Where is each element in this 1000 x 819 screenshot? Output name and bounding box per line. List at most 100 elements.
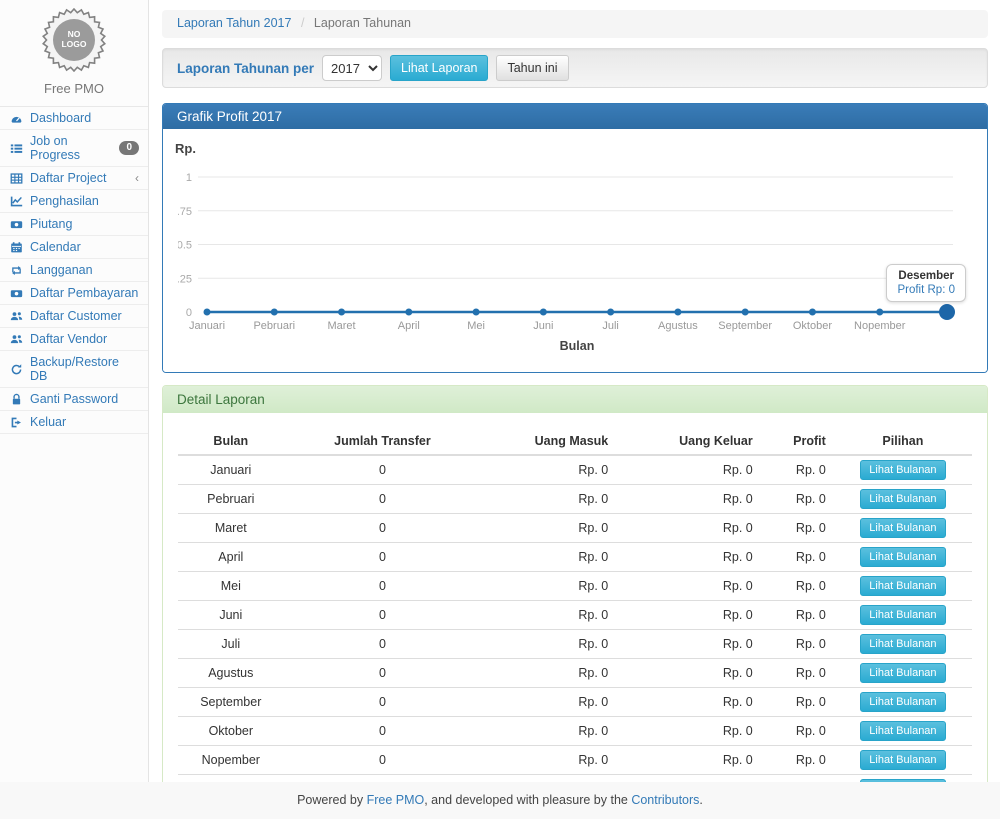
cell-profit: Rp. 0 xyxy=(761,746,834,775)
cell-bulan: Oktober xyxy=(178,717,284,746)
refresh-icon xyxy=(9,362,24,376)
this-year-button[interactable]: Tahun ini xyxy=(496,55,568,81)
sidebar-item-dashboard[interactable]: Dashboard xyxy=(0,107,148,130)
col-header-jumlah-transfer: Jumlah Transfer xyxy=(284,428,482,455)
count-badge: 0 xyxy=(119,141,139,155)
chart-point-mei[interactable] xyxy=(473,309,480,316)
view-monthly-button-mei[interactable]: Lihat Bulanan xyxy=(860,576,945,596)
x-tick-label: Oktober xyxy=(793,320,832,332)
table-row-juni: Juni0Rp. 0Rp. 0Rp. 0Lihat Bulanan xyxy=(178,601,972,630)
no-logo-seal-icon: NOLOGO xyxy=(42,8,106,72)
view-monthly-button-pebruari[interactable]: Lihat Bulanan xyxy=(860,489,945,509)
sidebar-item-label: Daftar Vendor xyxy=(30,332,107,346)
chart-point-maret[interactable] xyxy=(338,309,345,316)
sidebar-menu: Dashboard Job on Progress0Daftar Project‹… xyxy=(0,107,148,434)
chart-tooltip: Desember Profit Rp: 0 xyxy=(886,264,966,302)
col-header-uang-keluar: Uang Keluar xyxy=(616,428,761,455)
col-header-pilihan: Pilihan xyxy=(834,428,972,455)
detail-report-panel: Detail Laporan BulanJumlah TransferUang … xyxy=(162,385,988,819)
chart-point-juni[interactable] xyxy=(540,309,547,316)
money-icon xyxy=(9,217,24,231)
x-tick-label: Juni xyxy=(533,320,553,332)
cell-jumlah_transfer: 0 xyxy=(284,514,482,543)
chart-point-oktober[interactable] xyxy=(809,309,816,316)
cell-uang_keluar: Rp. 0 xyxy=(616,659,761,688)
detail-table-body: BulanJumlah TransferUang MasukUang Kelua… xyxy=(163,413,987,819)
chart-body: Rp. 00.250.50.751JanuariPebruariMaretApr… xyxy=(163,129,987,372)
chart-point-juli[interactable] xyxy=(607,309,614,316)
cell-jumlah_transfer: 0 xyxy=(284,659,482,688)
lock-icon xyxy=(9,392,24,406)
chart-point-pebruari[interactable] xyxy=(271,309,278,316)
x-tick-label: Maret xyxy=(327,320,355,332)
cell-pilihan: Lihat Bulanan xyxy=(834,630,972,659)
brand-name: Free PMO xyxy=(0,81,148,96)
sign-out-icon xyxy=(9,415,24,429)
view-monthly-button-nopember[interactable]: Lihat Bulanan xyxy=(860,750,945,770)
sidebar-item-label: Daftar Project xyxy=(30,171,106,185)
calendar-icon xyxy=(9,240,24,254)
view-monthly-button-april[interactable]: Lihat Bulanan xyxy=(860,547,945,567)
chart-point-april[interactable] xyxy=(405,309,412,316)
sidebar-item-daftar-vendor[interactable]: Daftar Vendor xyxy=(0,328,148,351)
x-tick-label: April xyxy=(398,320,420,332)
profit-line-chart: 00.250.50.751JanuariPebruariMaretAprilMe… xyxy=(178,159,974,359)
sidebar-item-langganan[interactable]: Langganan xyxy=(0,259,148,282)
chart-point-desember[interactable] xyxy=(939,304,955,320)
cell-bulan: Mei xyxy=(178,572,284,601)
view-monthly-button-maret[interactable]: Lihat Bulanan xyxy=(860,518,945,538)
sidebar-item-calendar[interactable]: Calendar xyxy=(0,236,148,259)
svg-text:NO: NO xyxy=(68,29,81,39)
cell-profit: Rp. 0 xyxy=(761,572,834,601)
cell-uang_keluar: Rp. 0 xyxy=(616,746,761,775)
cell-profit: Rp. 0 xyxy=(761,455,834,485)
view-monthly-button-juni[interactable]: Lihat Bulanan xyxy=(860,605,945,625)
page-footer: Powered by Free PMO, and developed with … xyxy=(0,782,1000,819)
cell-profit: Rp. 0 xyxy=(761,485,834,514)
sidebar-item-piutang[interactable]: Piutang xyxy=(0,213,148,236)
cell-uang_masuk: Rp. 0 xyxy=(481,746,616,775)
cell-bulan: Maret xyxy=(178,514,284,543)
cell-jumlah_transfer: 0 xyxy=(284,455,482,485)
cell-uang_masuk: Rp. 0 xyxy=(481,688,616,717)
view-monthly-button-agustus[interactable]: Lihat Bulanan xyxy=(860,663,945,683)
footer-link-contributors[interactable]: Contributors xyxy=(631,793,699,807)
sidebar-item-ganti-password[interactable]: Ganti Password xyxy=(0,388,148,411)
view-monthly-button-oktober[interactable]: Lihat Bulanan xyxy=(860,721,945,741)
cell-uang_masuk: Rp. 0 xyxy=(481,601,616,630)
view-report-button[interactable]: Lihat Laporan xyxy=(390,55,488,81)
breadcrumb-link-laporan-tahun[interactable]: Laporan Tahun 2017 xyxy=(177,16,291,30)
chart-point-september[interactable] xyxy=(742,309,749,316)
sidebar-item-job-on-progress[interactable]: Job on Progress0 xyxy=(0,130,148,167)
chart-point-januari[interactable] xyxy=(204,309,211,316)
table-header-row: BulanJumlah TransferUang MasukUang Kelua… xyxy=(178,428,972,455)
cell-bulan: September xyxy=(178,688,284,717)
view-monthly-button-januari[interactable]: Lihat Bulanan xyxy=(860,460,945,480)
chart-point-nopember[interactable] xyxy=(876,309,883,316)
cell-jumlah_transfer: 0 xyxy=(284,717,482,746)
table-icon xyxy=(9,171,24,185)
cell-uang_masuk: Rp. 0 xyxy=(481,543,616,572)
x-tick-label: Agustus xyxy=(658,320,698,332)
year-select[interactable]: 2017 xyxy=(322,55,382,81)
cell-uang_keluar: Rp. 0 xyxy=(616,455,761,485)
chart-point-agustus[interactable] xyxy=(674,309,681,316)
sidebar-item-label: Dashboard xyxy=(30,111,91,125)
cell-pilihan: Lihat Bulanan xyxy=(834,601,972,630)
line-chart-icon xyxy=(9,194,24,208)
cell-bulan: Nopember xyxy=(178,746,284,775)
cell-uang_masuk: Rp. 0 xyxy=(481,485,616,514)
footer-link-free-pmo[interactable]: Free PMO xyxy=(367,793,425,807)
col-header-uang-masuk: Uang Masuk xyxy=(481,428,616,455)
sidebar-item-backup-restore-db[interactable]: Backup/Restore DB xyxy=(0,351,148,388)
sidebar-item-daftar-pembayaran[interactable]: Daftar Pembayaran xyxy=(0,282,148,305)
table-row-pebruari: Pebruari0Rp. 0Rp. 0Rp. 0Lihat Bulanan xyxy=(178,485,972,514)
sidebar-item-penghasilan[interactable]: Penghasilan xyxy=(0,190,148,213)
view-monthly-button-september[interactable]: Lihat Bulanan xyxy=(860,692,945,712)
table-row-juli: Juli0Rp. 0Rp. 0Rp. 0Lihat Bulanan xyxy=(178,630,972,659)
sidebar-item-keluar[interactable]: Keluar xyxy=(0,411,148,434)
sidebar-item-daftar-project[interactable]: Daftar Project‹ xyxy=(0,167,148,190)
view-monthly-button-juli[interactable]: Lihat Bulanan xyxy=(860,634,945,654)
footer-text-middle: , and developed with pleasure by the xyxy=(424,793,631,807)
sidebar-item-daftar-customer[interactable]: Daftar Customer xyxy=(0,305,148,328)
